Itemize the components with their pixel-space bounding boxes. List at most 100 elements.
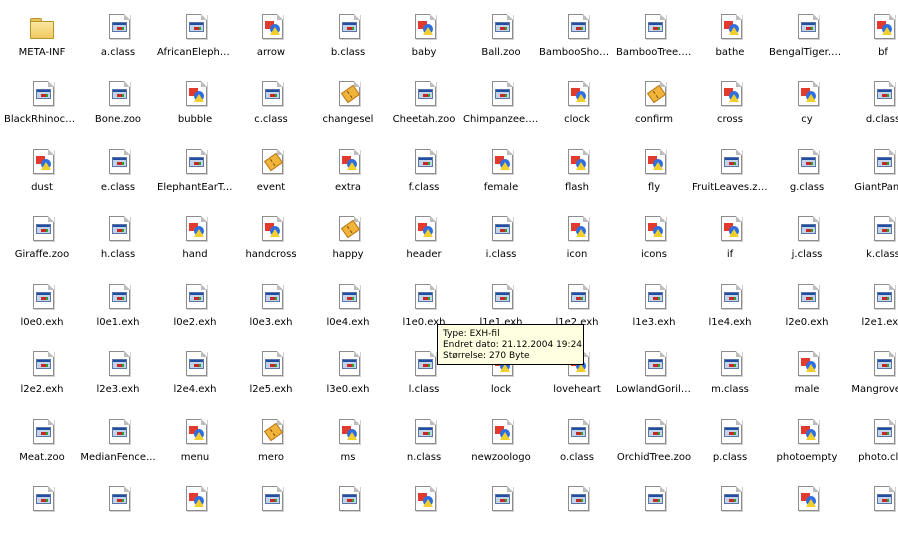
image-file-icon xyxy=(715,12,745,44)
file-label: dust xyxy=(31,182,53,193)
file-item[interactable]: d.class xyxy=(845,67,898,131)
file-item[interactable]: BlackRhinocer... xyxy=(4,67,80,131)
file-item[interactable] xyxy=(4,472,80,536)
file-item[interactable]: FruitLeaves.zoo xyxy=(692,135,768,199)
class-file-icon xyxy=(868,349,898,381)
file-label: baby xyxy=(411,47,437,58)
file-item[interactable]: AfricanElepha... xyxy=(157,0,233,64)
file-item[interactable]: if xyxy=(692,202,768,266)
file-item[interactable]: MedianFence... xyxy=(80,405,156,469)
file-item[interactable] xyxy=(769,472,845,536)
ticket-file-icon xyxy=(333,214,363,246)
file-item[interactable]: Bone.zoo xyxy=(80,67,156,131)
file-item[interactable]: male xyxy=(769,337,845,401)
file-item[interactable]: j.class xyxy=(769,202,845,266)
file-item[interactable]: header xyxy=(386,202,462,266)
file-item[interactable] xyxy=(616,472,692,536)
file-item[interactable]: flash xyxy=(539,135,615,199)
file-item[interactable]: bathe xyxy=(692,0,768,64)
file-item[interactable]: META-INF xyxy=(4,0,80,64)
file-item[interactable]: happy xyxy=(310,202,386,266)
file-item[interactable]: g.class xyxy=(769,135,845,199)
file-item[interactable]: l2e5.exh xyxy=(233,337,309,401)
file-item[interactable] xyxy=(310,472,386,536)
file-item[interactable]: LowlandGorill... xyxy=(616,337,692,401)
file-item[interactable]: photoempty xyxy=(769,405,845,469)
file-item[interactable]: baby xyxy=(386,0,462,64)
file-item[interactable]: Meat.zoo xyxy=(4,405,80,469)
file-item[interactable]: l0e3.exh xyxy=(233,270,309,334)
file-label: l1e4.exh xyxy=(708,317,752,328)
file-item[interactable]: newzoologo xyxy=(463,405,539,469)
file-item[interactable]: l2e0.exh xyxy=(769,270,845,334)
file-item[interactable]: e.class xyxy=(80,135,156,199)
file-item[interactable]: c.class xyxy=(233,67,309,131)
file-item[interactable]: mero xyxy=(233,405,309,469)
file-item[interactable]: l1e3.exh xyxy=(616,270,692,334)
file-item[interactable]: l0e1.exh xyxy=(80,270,156,334)
file-item[interactable]: n.class xyxy=(386,405,462,469)
file-label: Bone.zoo xyxy=(94,114,142,125)
file-item[interactable]: k.class xyxy=(845,202,898,266)
file-item[interactable]: bf xyxy=(845,0,898,64)
file-item[interactable]: arrow xyxy=(233,0,309,64)
file-item[interactable]: l0e4.exh xyxy=(310,270,386,334)
file-item[interactable]: ms xyxy=(310,405,386,469)
file-item[interactable]: hand xyxy=(157,202,233,266)
file-item[interactable]: p.class xyxy=(692,405,768,469)
file-item[interactable]: event xyxy=(233,135,309,199)
file-item[interactable]: m.class xyxy=(692,337,768,401)
file-item[interactable] xyxy=(692,472,768,536)
file-item[interactable]: l2e3.exh xyxy=(80,337,156,401)
file-item[interactable] xyxy=(80,472,156,536)
file-item[interactable]: handcross xyxy=(233,202,309,266)
file-item[interactable]: l2e4.exh xyxy=(157,337,233,401)
file-item[interactable] xyxy=(463,472,539,536)
file-item[interactable]: icon xyxy=(539,202,615,266)
file-item[interactable]: l2e1.exh xyxy=(845,270,898,334)
ticket-file-icon xyxy=(256,147,286,179)
file-item[interactable]: female xyxy=(463,135,539,199)
file-item[interactable]: h.class xyxy=(80,202,156,266)
file-item[interactable]: l0e2.exh xyxy=(157,270,233,334)
file-item[interactable]: MangroveF... xyxy=(845,337,898,401)
file-item[interactable] xyxy=(845,472,898,536)
file-item[interactable]: b.class xyxy=(310,0,386,64)
file-item[interactable]: BambooShoot... xyxy=(539,0,615,64)
file-item[interactable]: i.class xyxy=(463,202,539,266)
file-item[interactable]: icons xyxy=(616,202,692,266)
file-item[interactable]: cross xyxy=(692,67,768,131)
file-item[interactable]: changesel xyxy=(310,67,386,131)
file-item[interactable]: bubble xyxy=(157,67,233,131)
file-item[interactable]: Cheetah.zoo xyxy=(386,67,462,131)
file-item[interactable]: Giraffe.zoo xyxy=(4,202,80,266)
file-label: e.class xyxy=(100,182,136,193)
file-item[interactable]: l2e2.exh xyxy=(4,337,80,401)
file-item[interactable]: clock xyxy=(539,67,615,131)
file-item[interactable]: GiantPanda xyxy=(845,135,898,199)
file-item[interactable]: menu xyxy=(157,405,233,469)
file-item[interactable]: o.class xyxy=(539,405,615,469)
file-item[interactable]: dust xyxy=(4,135,80,199)
file-item[interactable]: l0e0.exh xyxy=(4,270,80,334)
file-item[interactable]: l1e4.exh xyxy=(692,270,768,334)
file-item[interactable]: l3e0.exh xyxy=(310,337,386,401)
file-item[interactable]: fly xyxy=(616,135,692,199)
file-item[interactable]: Chimpanzee.zoo xyxy=(463,67,539,131)
file-item[interactable] xyxy=(386,472,462,536)
file-item[interactable]: BengalTiger.zoo xyxy=(769,0,845,64)
file-item[interactable]: OrchidTree.zoo xyxy=(616,405,692,469)
class-file-icon xyxy=(639,484,669,516)
file-item[interactable] xyxy=(157,472,233,536)
file-item[interactable]: ElephantEarTr... xyxy=(157,135,233,199)
file-item[interactable] xyxy=(539,472,615,536)
file-item[interactable]: Ball.zoo xyxy=(463,0,539,64)
file-item[interactable]: confirm xyxy=(616,67,692,131)
file-item[interactable]: a.class xyxy=(80,0,156,64)
file-item[interactable] xyxy=(233,472,309,536)
file-item[interactable]: extra xyxy=(310,135,386,199)
file-item[interactable]: cy xyxy=(769,67,845,131)
file-item[interactable]: f.class xyxy=(386,135,462,199)
file-item[interactable]: photo.cl... xyxy=(845,405,898,469)
file-item[interactable]: BambooTree.zoo xyxy=(616,0,692,64)
